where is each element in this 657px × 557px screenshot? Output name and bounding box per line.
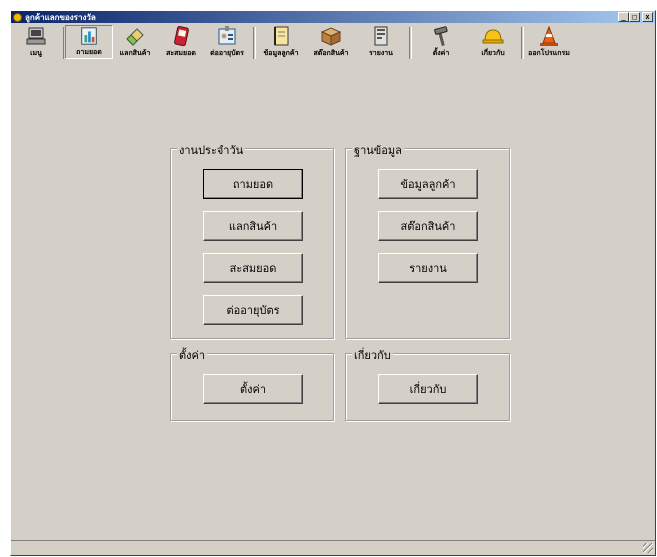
toolbar-separator bbox=[409, 27, 412, 59]
toolbar-separator bbox=[253, 27, 256, 59]
accumulate-button[interactable]: สะสมยอด bbox=[203, 253, 303, 283]
hammer-icon bbox=[434, 26, 448, 47]
about-button[interactable]: เกี่ยวกับ bbox=[378, 374, 478, 404]
app-icon bbox=[13, 12, 22, 22]
ask-balance-button[interactable]: ถามยอด bbox=[203, 169, 303, 199]
group-daily: งานประจำวัน ถามยอด แลกสินค้า สะสมยอด ต่อ… bbox=[170, 141, 334, 339]
hardhat-icon bbox=[482, 29, 504, 44]
report-icon bbox=[374, 26, 388, 46]
settings-button[interactable]: ตั้งค่า bbox=[203, 374, 303, 404]
toolbar-exit-button[interactable]: ออกโปรแกรม bbox=[525, 25, 573, 59]
window-title: ลูกค้าแลกของรางวัล bbox=[25, 12, 96, 22]
maximize-button[interactable]: □ bbox=[629, 12, 640, 22]
toolbar-report-button[interactable]: รายงาน bbox=[357, 25, 405, 59]
app-window: ลูกค้าแลกของรางวัล _ □ x เมนู ถามยอด แลก… bbox=[10, 10, 656, 556]
status-bar bbox=[11, 540, 655, 555]
computer-icon bbox=[26, 27, 46, 45]
group-about: เกี่ยวกับ เกี่ยวกับ bbox=[345, 346, 510, 421]
toolbar: เมนู ถามยอด แลกสินค้า สะสมยอด ต่ออายุบัต… bbox=[11, 23, 655, 71]
eraser-icon bbox=[126, 28, 144, 46]
resize-grip[interactable] bbox=[643, 543, 653, 553]
group-daily-title: งานประจำวัน bbox=[177, 141, 246, 159]
box-icon bbox=[320, 27, 342, 46]
toolbar-stock-button[interactable]: สต๊อกสินค้า bbox=[307, 25, 355, 59]
toolbar-accumulate-button[interactable]: สะสมยอด bbox=[157, 25, 205, 59]
toolbar-about-button[interactable]: เกี่ยวกับ bbox=[469, 25, 517, 59]
toolbar-separator bbox=[521, 27, 524, 59]
group-about-title: เกี่ยวกับ bbox=[352, 346, 393, 364]
group-database: ฐานข้อมูล ข้อมูลลูกค้า สต๊อกสินค้า รายงา… bbox=[345, 141, 510, 339]
customer-data-button[interactable]: ข้อมูลลูกค้า bbox=[378, 169, 478, 199]
group-database-title: ฐานข้อมูล bbox=[352, 141, 404, 159]
report-button[interactable]: รายงาน bbox=[378, 253, 478, 283]
toolbar-renew-card-button[interactable]: ต่ออายุบัตร bbox=[203, 25, 251, 59]
minimize-button[interactable]: _ bbox=[618, 12, 629, 22]
toolbar-customer-data-button[interactable]: ข้อมูลลูกค้า bbox=[257, 25, 305, 59]
stock-button[interactable]: สต๊อกสินค้า bbox=[378, 211, 478, 241]
group-settings-title: ตั้งค่า bbox=[177, 346, 208, 364]
window-controls: _ □ x bbox=[618, 12, 653, 22]
cone-icon bbox=[540, 25, 558, 46]
renew-card-button[interactable]: ต่ออายุบัตร bbox=[203, 295, 303, 325]
toolbar-menu-button[interactable]: เมนู bbox=[12, 25, 60, 59]
title-bar[interactable]: ลูกค้าแลกของรางวัล _ □ x bbox=[11, 11, 655, 23]
toolbar-settings-button[interactable]: ตั้งค่า bbox=[417, 25, 465, 59]
pda-icon bbox=[174, 26, 189, 47]
toolbar-ask-balance-button[interactable]: ถามยอด bbox=[65, 25, 113, 59]
chart-icon bbox=[81, 27, 97, 45]
notebook-icon bbox=[274, 26, 289, 46]
group-settings: ตั้งค่า ตั้งค่า bbox=[170, 346, 334, 421]
close-button[interactable]: x bbox=[642, 12, 653, 22]
id-card-icon bbox=[218, 26, 236, 45]
toolbar-redeem-button[interactable]: แลกสินค้า bbox=[111, 25, 159, 59]
redeem-button[interactable]: แลกสินค้า bbox=[203, 211, 303, 241]
